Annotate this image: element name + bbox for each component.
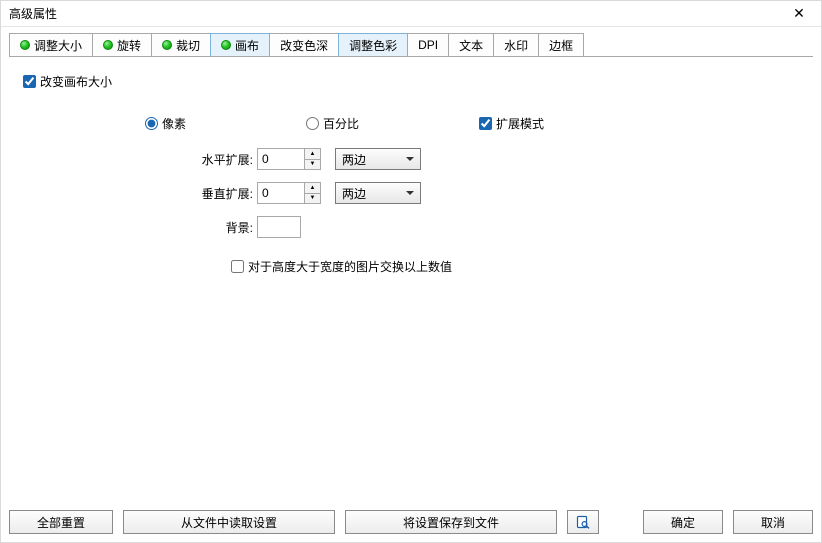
title-bar: 高级属性 ✕ bbox=[1, 1, 821, 27]
footer-bar: 全部重置 从文件中读取设置 将设置保存到文件 确定 取消 bbox=[1, 504, 821, 542]
tab-adjustcolor[interactable]: 调整色彩 bbox=[338, 33, 408, 56]
h-expand-row: 水平扩展: ▲ ▼ 两边 bbox=[195, 146, 799, 172]
v-expand-side-value: 两边 bbox=[342, 185, 366, 202]
h-expand-spinner: ▲ ▼ bbox=[257, 148, 321, 170]
unit-pixel-label: 像素 bbox=[162, 115, 186, 132]
tab-label: 旋转 bbox=[117, 37, 141, 54]
preview-icon bbox=[576, 515, 590, 529]
tab-label: 画布 bbox=[235, 37, 259, 54]
unit-percent-label: 百分比 bbox=[323, 115, 359, 132]
canvas-panel: 改变画布大小 像素 百分比 扩展模式 水平扩展: bbox=[9, 57, 813, 496]
spinner-buttons: ▲ ▼ bbox=[304, 183, 320, 203]
close-icon: ✕ bbox=[793, 5, 805, 22]
tab-label: 调整大小 bbox=[34, 37, 82, 54]
spin-down-button[interactable]: ▼ bbox=[305, 159, 320, 170]
expand-mode-option: 扩展模式 bbox=[479, 115, 544, 132]
expand-mode-checkbox[interactable] bbox=[479, 117, 492, 130]
status-dot-icon bbox=[162, 40, 172, 50]
v-expand-side-select[interactable]: 两边 bbox=[335, 182, 421, 204]
change-canvas-size-checkbox[interactable] bbox=[23, 75, 36, 88]
spinner-buttons: ▲ ▼ bbox=[304, 149, 320, 169]
spin-up-button[interactable]: ▲ bbox=[305, 149, 320, 159]
ok-button[interactable]: 确定 bbox=[643, 510, 723, 534]
change-canvas-size-option: 改变画布大小 bbox=[23, 73, 112, 90]
unit-row: 像素 百分比 扩展模式 bbox=[145, 115, 799, 132]
tab-crop[interactable]: 裁切 bbox=[151, 33, 211, 56]
window-title: 高级属性 bbox=[9, 5, 57, 22]
status-dot-icon bbox=[103, 40, 113, 50]
tab-border[interactable]: 边框 bbox=[538, 33, 584, 56]
tab-watermark[interactable]: 水印 bbox=[493, 33, 539, 56]
tab-label: 改变色深 bbox=[280, 37, 328, 54]
h-expand-side-select[interactable]: 两边 bbox=[335, 148, 421, 170]
swap-checkbox[interactable] bbox=[231, 260, 244, 273]
unit-percent-option: 百分比 bbox=[306, 115, 359, 132]
tab-canvas[interactable]: 画布 bbox=[210, 33, 270, 56]
status-dot-icon bbox=[221, 40, 231, 50]
save-settings-button[interactable]: 将设置保存到文件 bbox=[345, 510, 557, 534]
swap-option: 对于高度大于宽度的图片交换以上数值 bbox=[231, 258, 452, 275]
expand-form: 水平扩展: ▲ ▼ 两边 垂直扩展: ▲ bbox=[195, 146, 799, 240]
tab-colordepth[interactable]: 改变色深 bbox=[269, 33, 339, 56]
spin-up-button[interactable]: ▲ bbox=[305, 183, 320, 193]
v-expand-label: 垂直扩展: bbox=[195, 185, 257, 202]
h-expand-label: 水平扩展: bbox=[195, 151, 257, 168]
tab-label: 水印 bbox=[504, 37, 528, 54]
tab-label: 边框 bbox=[549, 37, 573, 54]
v-expand-input[interactable] bbox=[258, 183, 304, 203]
bg-color-picker[interactable] bbox=[257, 216, 301, 238]
expand-mode-label: 扩展模式 bbox=[496, 115, 544, 132]
tab-strip: 调整大小 旋转 裁切 画布 改变色深 调整色彩 DPI 文本 水印 边 bbox=[9, 33, 813, 57]
tab-dpi[interactable]: DPI bbox=[407, 33, 449, 56]
bg-label: 背景: bbox=[195, 219, 257, 236]
swap-label: 对于高度大于宽度的图片交换以上数值 bbox=[248, 258, 452, 275]
preview-button[interactable] bbox=[567, 510, 599, 534]
status-dot-icon bbox=[20, 40, 30, 50]
tab-label: DPI bbox=[418, 38, 438, 52]
unit-pixel-radio[interactable] bbox=[145, 117, 158, 130]
h-expand-side-value: 两边 bbox=[342, 151, 366, 168]
unit-pixel-option: 像素 bbox=[145, 115, 186, 132]
bg-row: 背景: bbox=[195, 214, 799, 240]
tab-label: 调整色彩 bbox=[349, 37, 397, 54]
tab-resize[interactable]: 调整大小 bbox=[9, 33, 93, 56]
spin-down-button[interactable]: ▼ bbox=[305, 193, 320, 204]
reset-all-button[interactable]: 全部重置 bbox=[9, 510, 113, 534]
v-expand-row: 垂直扩展: ▲ ▼ 两边 bbox=[195, 180, 799, 206]
cancel-button[interactable]: 取消 bbox=[733, 510, 813, 534]
tab-rotate[interactable]: 旋转 bbox=[92, 33, 152, 56]
tab-label: 文本 bbox=[459, 37, 483, 54]
close-button[interactable]: ✕ bbox=[783, 3, 815, 25]
v-expand-spinner: ▲ ▼ bbox=[257, 182, 321, 204]
change-canvas-size-label: 改变画布大小 bbox=[40, 73, 112, 90]
tab-text[interactable]: 文本 bbox=[448, 33, 494, 56]
load-settings-button[interactable]: 从文件中读取设置 bbox=[123, 510, 335, 534]
tab-label: 裁切 bbox=[176, 37, 200, 54]
content-area: 调整大小 旋转 裁切 画布 改变色深 调整色彩 DPI 文本 水印 边 bbox=[1, 27, 821, 504]
unit-percent-radio[interactable] bbox=[306, 117, 319, 130]
h-expand-input[interactable] bbox=[258, 149, 304, 169]
